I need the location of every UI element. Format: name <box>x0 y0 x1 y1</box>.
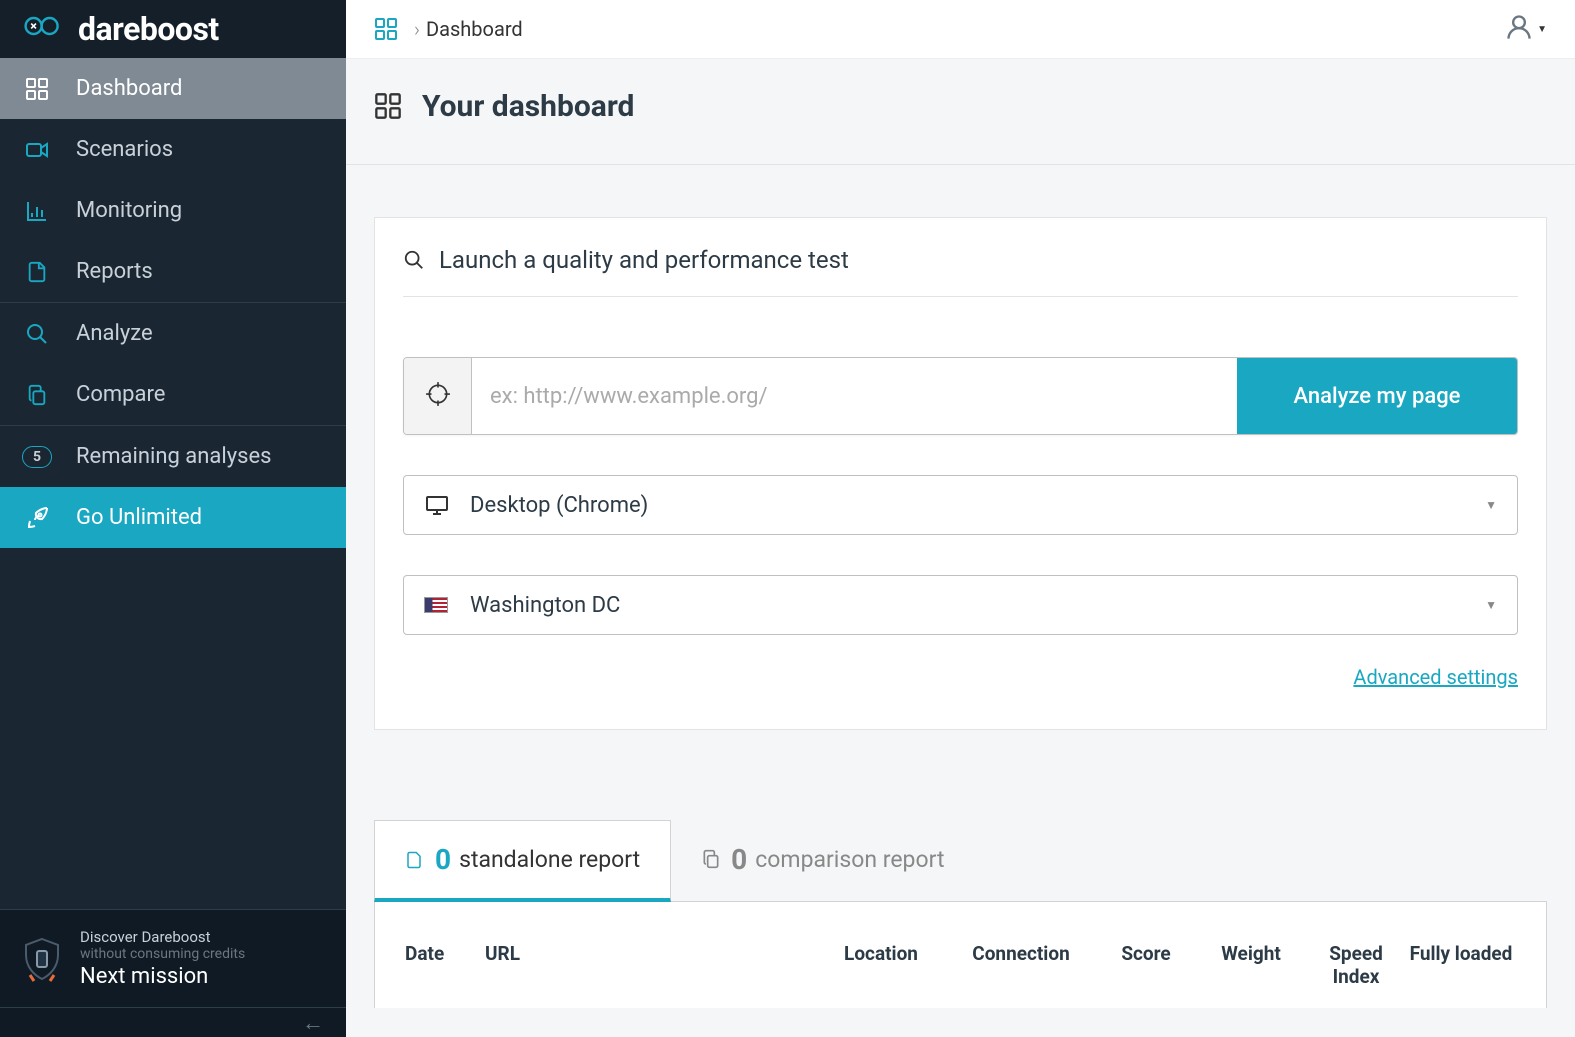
remaining-count: 5 <box>22 446 52 468</box>
col-weight: Weight <box>1196 942 1306 988</box>
table-header: Date URL Location Connection Score Weigh… <box>374 902 1547 1008</box>
count-badge-icon: 5 <box>22 445 52 469</box>
badge-icon <box>22 935 62 983</box>
sidebar-item-label: Analyze <box>76 321 153 346</box>
search-icon <box>403 249 425 271</box>
card-title: Launch a quality and performance test <box>439 246 849 274</box>
advanced-settings-link[interactable]: Advanced settings <box>1353 665 1518 689</box>
sidebar-item-label: Go Unlimited <box>76 505 202 530</box>
card-header: Launch a quality and performance test <box>403 246 1518 297</box>
sidebar-item-remaining[interactable]: 5 Remaining analyses <box>0 426 346 487</box>
device-value: Desktop (Chrome) <box>470 493 1485 518</box>
reports-section: 0 standalone report 0 comparison report … <box>374 820 1547 1008</box>
page-header: Your dashboard <box>346 58 1575 165</box>
sidebar-item-dashboard[interactable]: Dashboard <box>0 58 346 119</box>
caret-down-icon: ▼ <box>1485 498 1497 512</box>
caret-down-icon: ▼ <box>1485 598 1497 612</box>
sidebar-item-scenarios[interactable]: Scenarios <box>0 119 346 180</box>
col-speed: Speed Index <box>1306 942 1406 988</box>
desktop-icon <box>424 495 450 515</box>
nav-tertiary: 5 Remaining analyses Go Unlimited <box>0 426 346 548</box>
mission-text: Discover Dareboost without consuming cre… <box>80 928 245 989</box>
sidebar-item-label: Monitoring <box>76 198 182 223</box>
mission-line2: without consuming credits <box>80 946 245 962</box>
tab-label: standalone report <box>459 846 640 873</box>
apps-icon <box>22 77 52 101</box>
copy-icon <box>701 848 719 870</box>
logo-text: dareboost <box>78 10 219 48</box>
url-prefix <box>404 358 472 434</box>
rocket-icon <box>22 506 52 530</box>
sidebar-item-label: Scenarios <box>76 137 173 162</box>
sidebar-item-label: Remaining analyses <box>76 444 272 469</box>
sidebar-item-monitoring[interactable]: Monitoring <box>0 180 346 241</box>
col-score: Score <box>1096 942 1196 988</box>
main: › Dashboard ▼ Your dashboard Launch a qu… <box>346 0 1575 1037</box>
mission-line3: Next mission <box>80 964 245 989</box>
arrow-left-icon: ← <box>302 1010 324 1036</box>
user-icon <box>1505 13 1533 45</box>
analyze-button[interactable]: Analyze my page <box>1237 358 1517 434</box>
tab-standalone[interactable]: 0 standalone report <box>374 820 671 902</box>
sidebar-item-label: Dashboard <box>76 76 182 101</box>
search-icon <box>22 322 52 346</box>
launch-card: Launch a quality and performance test An… <box>374 217 1547 730</box>
breadcrumb: › Dashboard <box>374 17 523 41</box>
sidebar-item-label: Reports <box>76 259 153 284</box>
url-row: Analyze my page <box>403 357 1518 435</box>
col-url: URL <box>485 942 816 988</box>
device-select[interactable]: Desktop (Chrome) ▼ <box>403 475 1518 535</box>
collapse-sidebar-button[interactable]: ← <box>0 1007 346 1037</box>
file-icon <box>405 849 423 871</box>
sidebar-item-compare[interactable]: Compare <box>0 364 346 425</box>
advanced-settings-row: Advanced settings <box>403 665 1518 689</box>
launch-form: Analyze my page Desktop (Chrome) ▼ Washi… <box>403 297 1518 689</box>
copy-icon <box>22 383 52 407</box>
col-date: Date <box>405 942 485 988</box>
page-title: Your dashboard <box>422 89 634 124</box>
nav-secondary: Analyze Compare <box>0 303 346 426</box>
tab-count: 0 <box>435 843 451 876</box>
col-fully: Fully loaded <box>1406 942 1516 988</box>
logo-icon <box>24 14 64 44</box>
location-value: Washington DC <box>470 593 1485 618</box>
tab-label: comparison report <box>755 846 944 873</box>
flag-us-icon <box>424 595 450 615</box>
sidebar-item-analyze[interactable]: Analyze <box>0 303 346 364</box>
location-select[interactable]: Washington DC ▼ <box>403 575 1518 635</box>
user-menu[interactable]: ▼ <box>1505 13 1547 45</box>
caret-down-icon: ▼ <box>1537 24 1547 35</box>
logo[interactable]: dareboost <box>0 0 346 58</box>
nav-primary: Dashboard Scenarios Monitoring Reports <box>0 58 346 303</box>
video-icon <box>22 138 52 162</box>
mission-line1: Discover Dareboost <box>80 928 245 946</box>
chevron-right-icon: › <box>414 17 420 41</box>
sidebar: dareboost Dashboard Scenarios Monitoring… <box>0 0 346 1037</box>
file-icon <box>22 260 52 284</box>
url-input[interactable] <box>472 358 1237 434</box>
apps-icon <box>374 92 404 122</box>
sidebar-item-reports[interactable]: Reports <box>0 241 346 302</box>
topbar: › Dashboard ▼ <box>346 0 1575 58</box>
chart-icon <box>22 199 52 223</box>
breadcrumb-current: Dashboard <box>426 17 523 41</box>
sidebar-item-label: Compare <box>76 382 165 407</box>
tab-count: 0 <box>731 843 747 876</box>
col-location: Location <box>816 942 946 988</box>
content: Launch a quality and performance test An… <box>346 165 1575 1037</box>
mission-banner[interactable]: Discover Dareboost without consuming cre… <box>0 909 346 1007</box>
apps-icon[interactable] <box>374 17 398 41</box>
col-connection: Connection <box>946 942 1096 988</box>
report-tabs: 0 standalone report 0 comparison report <box>374 820 1547 902</box>
target-icon <box>425 381 451 411</box>
tab-comparison[interactable]: 0 comparison report <box>671 820 974 902</box>
sidebar-item-gounlimited[interactable]: Go Unlimited <box>0 487 346 548</box>
